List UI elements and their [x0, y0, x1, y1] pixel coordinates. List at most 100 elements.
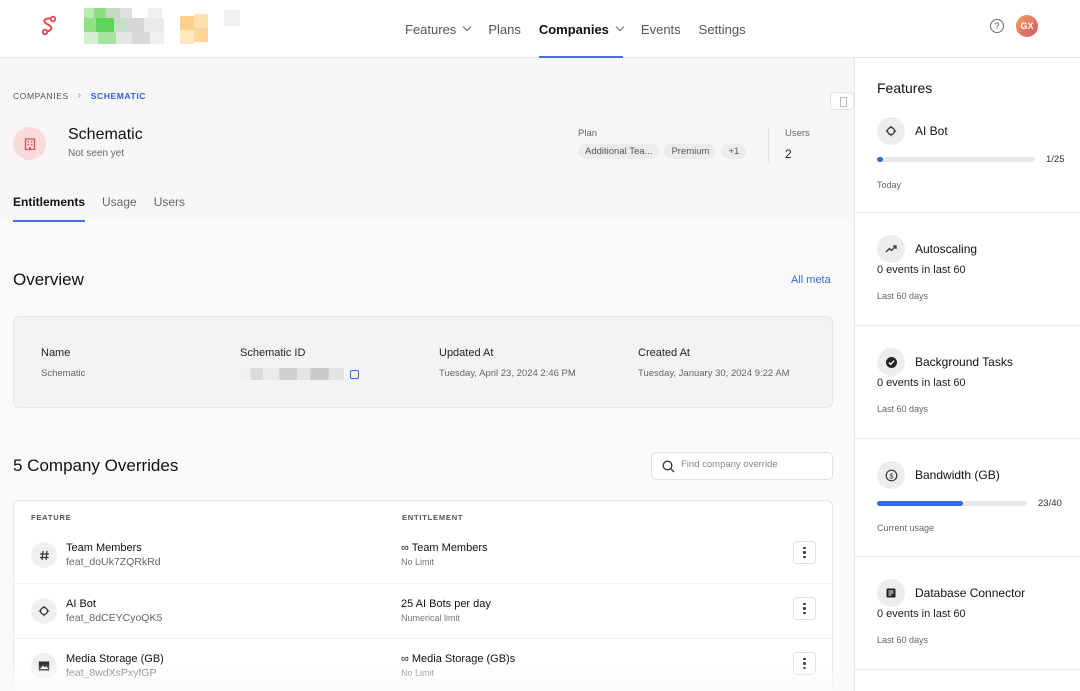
company-name: Schematic	[68, 126, 143, 143]
entitlement-type: No Limit	[401, 557, 435, 567]
logo-icon[interactable]	[38, 15, 60, 37]
database-icon	[877, 579, 905, 607]
trend-up-icon	[877, 235, 905, 263]
feature-card-bandwidth[interactable]: $ Bandwidth (GB) 23/40 Current usage	[855, 439, 1080, 557]
company-last-seen: Not seen yet	[68, 148, 125, 159]
nav-companies-label: Companies	[538, 21, 609, 37]
usage-progress-fill	[877, 501, 963, 506]
usage-period: Current usage	[877, 523, 935, 533]
avatar[interactable]: GX	[1016, 15, 1038, 37]
plan-chip[interactable]: Premium	[664, 144, 717, 159]
field-value: Schematic	[41, 368, 86, 379]
nav-plans-label: Plans	[488, 21, 521, 37]
main-content: COMPANIES › SCHEMATIC Schematic Not seen…	[0, 58, 854, 691]
top-bar: Features Plans Companies Events Settings…	[0, 0, 1080, 58]
svg-text:$: $	[889, 471, 894, 480]
breadcrumb-current: SCHEMATIC	[90, 90, 147, 101]
tab-users[interactable]: Users	[154, 192, 185, 222]
copy-icon[interactable]	[350, 369, 359, 379]
field-value-row	[240, 368, 359, 380]
overview-updated-field: Updated At Tuesday, April 23, 2024 2:46 …	[439, 347, 576, 379]
usage-period: Today	[877, 180, 902, 190]
override-search	[651, 452, 833, 480]
feature-card-name: Bandwidth (GB)	[915, 468, 1000, 482]
main-nav: Features Plans Companies Events Settings	[405, 0, 764, 58]
field-value: Tuesday, April 23, 2024 2:46 PM	[439, 368, 576, 379]
usage-period: Last 60 days	[877, 404, 929, 414]
company-building-icon	[13, 127, 46, 160]
entitlement-value: ∞ Team Members	[401, 542, 488, 554]
all-meta-link[interactable]: All meta	[791, 274, 831, 286]
column-header-feature: FEATURE	[31, 513, 72, 522]
chevron-down-icon	[463, 22, 472, 32]
table-row[interactable]: AI Bot feat_8dCEYCyoQK5 25 AI Bots per d…	[14, 583, 832, 638]
feature-card-name: Autoscaling	[915, 242, 978, 256]
feature-card-ai-bot[interactable]: AI Bot 1/25 Today	[855, 108, 1080, 213]
nav-features-label: Features	[405, 21, 457, 37]
redacted-id	[240, 368, 344, 380]
row-menu-button[interactable]	[793, 597, 816, 620]
dollar-circle-icon: $	[877, 461, 905, 489]
usage-period: Last 60 days	[877, 635, 929, 645]
chevron-down-icon	[615, 22, 625, 32]
entitlement-value: 25 AI Bots per day	[401, 598, 491, 610]
sidebar-toggle-button[interactable]	[830, 92, 854, 110]
company-tabs: Entitlements Usage Users	[13, 192, 202, 222]
feature-card-background-tasks[interactable]: Background Tasks 0 events in last 60 Las…	[855, 326, 1080, 439]
bot-icon	[31, 598, 57, 624]
row-menu-button[interactable]	[793, 541, 816, 564]
nav-plans[interactable]: Plans	[488, 0, 521, 58]
breadcrumb: COMPANIES › SCHEMATIC	[13, 90, 146, 101]
plan-chip[interactable]: Additional Tea...	[578, 144, 660, 159]
features-panel-title: Features	[877, 80, 933, 96]
usage-progress-fill	[877, 157, 883, 162]
avatar-initials: GX	[1020, 21, 1034, 31]
check-circle-icon	[877, 348, 905, 376]
field-label: Updated At	[439, 347, 494, 359]
tab-usage[interactable]: Usage	[102, 192, 137, 222]
overrides-title: 5 Company Overrides	[13, 456, 179, 475]
tab-entitlements[interactable]: Entitlements	[13, 192, 86, 222]
feature-card-name: Database Connector	[915, 586, 1026, 600]
feature-card-name: AI Bot	[915, 124, 948, 138]
nav-settings[interactable]: Settings	[699, 0, 746, 58]
help-circle-icon[interactable]: ?	[990, 19, 1004, 33]
plan-chip-more[interactable]: +1	[721, 144, 747, 159]
usage-progress-bar	[877, 501, 1027, 506]
overview-name-field: Name Schematic	[41, 347, 85, 379]
feature-name: AI Bot	[66, 598, 96, 610]
usage-period: Last 60 days	[877, 291, 929, 301]
table-row[interactable]: Team Members feat_doUk7ZQRkRd ∞ Team Mem…	[14, 528, 832, 583]
nav-events-label: Events	[640, 21, 681, 37]
feature-card-autoscaling[interactable]: Autoscaling 0 events in last 60 Last 60 …	[855, 213, 1080, 326]
bot-icon	[877, 117, 905, 145]
overview-card: Name Schematic Schematic ID Updated At T…	[13, 316, 833, 408]
breadcrumb-companies[interactable]: COMPANIES	[13, 91, 69, 101]
nav-companies[interactable]: Companies	[538, 0, 625, 58]
scroll-fade	[0, 661, 854, 691]
plan-chips: Additional Tea... Premium +1	[578, 144, 751, 159]
nav-events[interactable]: Events	[641, 0, 681, 58]
organization-switcher[interactable]	[84, 8, 242, 46]
hash-icon	[31, 542, 57, 568]
users-label: Users	[785, 128, 810, 139]
overview-id-field: Schematic ID	[240, 347, 359, 380]
usage-count: 23/40	[1038, 498, 1062, 509]
features-panel: Features AI Bot 1/25 Today Autoscaling 0…	[854, 58, 1080, 691]
nav-settings-label: Settings	[698, 21, 746, 37]
feature-key: feat_doUk7ZQRkRd	[66, 556, 161, 568]
usage-events: 0 events in last 60	[877, 264, 966, 276]
entitlement-type: Numerical limit	[401, 613, 461, 623]
company-header: COMPANIES › SCHEMATIC Schematic Not seen…	[0, 58, 854, 222]
feature-card-database-connector[interactable]: Database Connector 0 events in last 60 L…	[855, 557, 1080, 670]
search-icon	[662, 460, 675, 473]
search-input[interactable]	[681, 459, 826, 470]
usage-progress-bar	[877, 157, 1035, 162]
field-label: Schematic ID	[240, 347, 306, 359]
usage-events: 0 events in last 60	[877, 608, 966, 620]
overview-created-field: Created At Tuesday, January 30, 2024 9:2…	[638, 347, 790, 379]
users-count: 2	[785, 147, 792, 161]
plan-label: Plan	[578, 128, 598, 139]
nav-features[interactable]: Features	[405, 0, 472, 58]
usage-events: 0 events in last 60	[877, 377, 966, 389]
